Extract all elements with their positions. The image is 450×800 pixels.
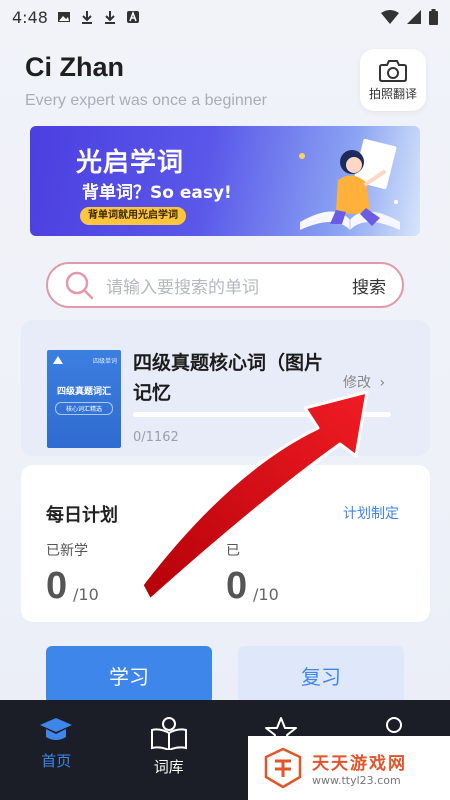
reading-girl-illustration-icon xyxy=(299,138,400,230)
watermark-url: www.ttyl23.com xyxy=(312,774,401,787)
cover-title: 四级真题词汇 xyxy=(56,387,111,397)
second-stat-value: 0 xyxy=(226,565,248,607)
banner-subtitle: 背单词？So easy! xyxy=(82,183,232,203)
battery-icon xyxy=(429,9,438,25)
watermark-logo-icon xyxy=(264,747,302,789)
book-progress-bar xyxy=(133,412,391,417)
photo-translate-button[interactable]: 拍照翻译 xyxy=(360,49,426,111)
search-input[interactable]: 请输入要搜索的单词 xyxy=(106,273,352,298)
search-button[interactable]: 搜索 xyxy=(352,273,386,298)
study-button[interactable]: 学习 xyxy=(46,646,212,704)
download-icon xyxy=(81,11,92,24)
second-stat-total: /10 xyxy=(253,585,279,604)
book-person-icon xyxy=(150,717,187,750)
tab-word-bank-label: 词库 xyxy=(153,758,184,776)
tab-word-bank[interactable]: 词库 xyxy=(113,700,226,800)
cover-top-text: 四级单词 xyxy=(92,358,117,365)
photo-translate-label: 拍照翻译 xyxy=(368,86,417,101)
chevron-right-icon: › xyxy=(379,375,386,391)
set-plan-button[interactable]: 计划制定 xyxy=(343,503,399,523)
app-notification-icon xyxy=(126,10,139,23)
status-bar: 4:48 xyxy=(0,0,450,34)
site-watermark: 天天游戏网 www.ttyl23.com xyxy=(248,736,450,800)
new-learned-label: 已新学 xyxy=(46,543,88,559)
daily-plan-card: 每日计划 计划制定 已新学 0 /10 已 0 /10 xyxy=(21,465,430,622)
app-subtitle: Every expert was once a beginner xyxy=(25,92,267,109)
signal-icon xyxy=(407,10,421,24)
new-learned-total: /10 xyxy=(73,585,99,604)
download-icon xyxy=(104,11,115,24)
new-learned-value: 0 xyxy=(46,565,68,607)
tab-home[interactable]: 首页 xyxy=(0,700,113,800)
book-cover: 四级单词 四级真题词汇 核心词汇精选 xyxy=(47,350,121,448)
watermark-text: 天天游戏网 xyxy=(312,754,407,774)
graduation-cap-icon xyxy=(40,718,73,740)
edit-book-label: 修改 xyxy=(343,375,371,391)
book-title: 四级真题核心词（图片记忆 xyxy=(133,352,324,404)
cover-badge: 核心词汇精选 xyxy=(55,402,113,415)
second-stat-label: 已 xyxy=(226,543,240,559)
search-icon xyxy=(65,271,94,300)
banner-title: 光启学词 xyxy=(76,148,185,178)
image-notification-icon xyxy=(57,12,70,22)
camera-icon xyxy=(379,59,407,82)
promo-banner[interactable]: 光启学词 背单词？So easy! 背单词就用光启学词 xyxy=(30,126,420,236)
status-time: 4:48 xyxy=(12,7,48,27)
app-title: Ci Zhan xyxy=(25,52,124,82)
book-progress-text: 0/1162 xyxy=(133,430,179,445)
search-bar[interactable]: 请输入要搜索的单词 搜索 xyxy=(46,262,404,308)
tab-home-label: 首页 xyxy=(41,752,72,770)
review-button[interactable]: 复习 xyxy=(238,646,404,704)
daily-plan-title: 每日计划 xyxy=(46,505,118,526)
current-book-card[interactable]: 四级单词 四级真题词汇 核心词汇精选 四级真题核心词（图片记忆 修改 › 0/1… xyxy=(21,320,430,456)
cover-logo-icon xyxy=(53,356,63,364)
banner-pill: 背单词就用光启学词 xyxy=(80,207,186,225)
edit-book-button[interactable]: 修改 › xyxy=(343,372,385,392)
wifi-icon xyxy=(381,10,399,24)
